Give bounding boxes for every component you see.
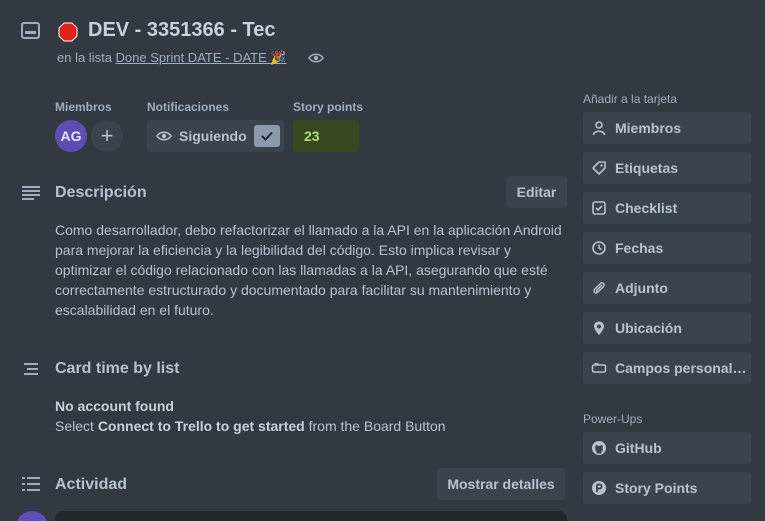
location-pin-icon xyxy=(594,321,604,335)
activity-title: Actividad xyxy=(55,476,128,493)
members-label: Miembros xyxy=(55,100,112,114)
sidebar-members-label: Miembros xyxy=(615,120,682,136)
description-text[interactable]: Como desarrollador, debo refactorizar el… xyxy=(55,220,565,320)
comment-input[interactable] xyxy=(55,511,567,521)
sidebar-dates-label: Fechas xyxy=(615,240,664,256)
story-points-label: Story points xyxy=(293,100,364,114)
member-avatar[interactable]: AG xyxy=(55,120,87,152)
powerups-label: Power-Ups xyxy=(583,412,643,426)
list-name-link[interactable]: Done Sprint DATE - DATE 🎉 xyxy=(116,50,287,65)
sidebar-location-label: Ubicación xyxy=(615,320,682,336)
activity-icon xyxy=(22,477,40,491)
sidebar-custom-fields-button[interactable]: Campos personalizados xyxy=(583,352,751,384)
person-icon xyxy=(592,121,606,136)
card-time-icon xyxy=(24,363,38,375)
check-icon xyxy=(254,125,280,147)
connect-text: Connect to Trello to get started xyxy=(97,418,305,434)
in-list-prefix: en la lista xyxy=(57,50,112,65)
sidebar-dates-button[interactable]: Fechas xyxy=(583,232,751,264)
show-details-button[interactable]: Mostrar detalles xyxy=(437,468,565,500)
following-label: Siguiendo xyxy=(179,128,247,144)
connect-instructions: Select Connect to Trello to get started … xyxy=(55,418,446,434)
sidebar-attachment-label: Adjunto xyxy=(615,280,668,296)
sidebar-attachment-button[interactable]: Adjunto xyxy=(583,272,751,304)
github-icon xyxy=(592,441,606,455)
sidebar-checklist-label: Checklist xyxy=(615,200,678,216)
paperclip-icon xyxy=(593,282,605,294)
edit-description-button[interactable]: Editar xyxy=(506,176,567,208)
clock-icon xyxy=(592,241,606,255)
stop-sign-icon xyxy=(58,22,78,42)
add-member-button[interactable]: + xyxy=(91,120,123,152)
add-to-card-label: Añadir a la tarjeta xyxy=(583,92,678,106)
eye-icon xyxy=(156,131,172,141)
select-prefix: Select xyxy=(55,418,98,434)
sidebar-custom-fields-label: Campos personalizados xyxy=(615,360,747,376)
description-icon xyxy=(22,186,40,200)
sidebar-members-button[interactable]: Miembros xyxy=(583,112,751,144)
powerup-github-button[interactable]: GitHub xyxy=(583,432,751,464)
powerup-github-label: GitHub xyxy=(615,440,662,456)
story-points-value[interactable]: 23 xyxy=(293,120,359,152)
activity-avatar xyxy=(16,511,48,521)
sidebar-checklist-button[interactable]: Checklist xyxy=(583,192,751,224)
powerup-story-points-label: Story Points xyxy=(615,480,698,496)
select-suffix: from the Board Button xyxy=(304,418,446,434)
story-points-icon xyxy=(592,481,606,495)
no-account-text: No account found xyxy=(55,398,174,414)
checkbox-icon xyxy=(592,201,606,215)
card-title[interactable]: DEV - 3351366 - Tec xyxy=(88,19,276,42)
card-icon xyxy=(21,22,40,39)
following-button[interactable]: Siguiendo xyxy=(147,120,284,152)
tag-icon xyxy=(592,161,606,175)
list-info: en la lista Done Sprint DATE - DATE 🎉 xyxy=(57,50,287,66)
description-title: Descripción xyxy=(55,184,147,201)
sidebar-labels-label: Etiquetas xyxy=(615,160,679,176)
custom-fields-icon xyxy=(591,363,607,373)
notifications-label: Notificaciones xyxy=(147,100,230,114)
sidebar-labels-button[interactable]: Etiquetas xyxy=(583,152,751,184)
sidebar-location-button[interactable]: Ubicación xyxy=(583,312,751,344)
card-time-title: Card time by list xyxy=(55,360,180,377)
watch-eye-icon[interactable] xyxy=(308,51,324,65)
powerup-story-points-button[interactable]: Story Points xyxy=(583,472,751,504)
